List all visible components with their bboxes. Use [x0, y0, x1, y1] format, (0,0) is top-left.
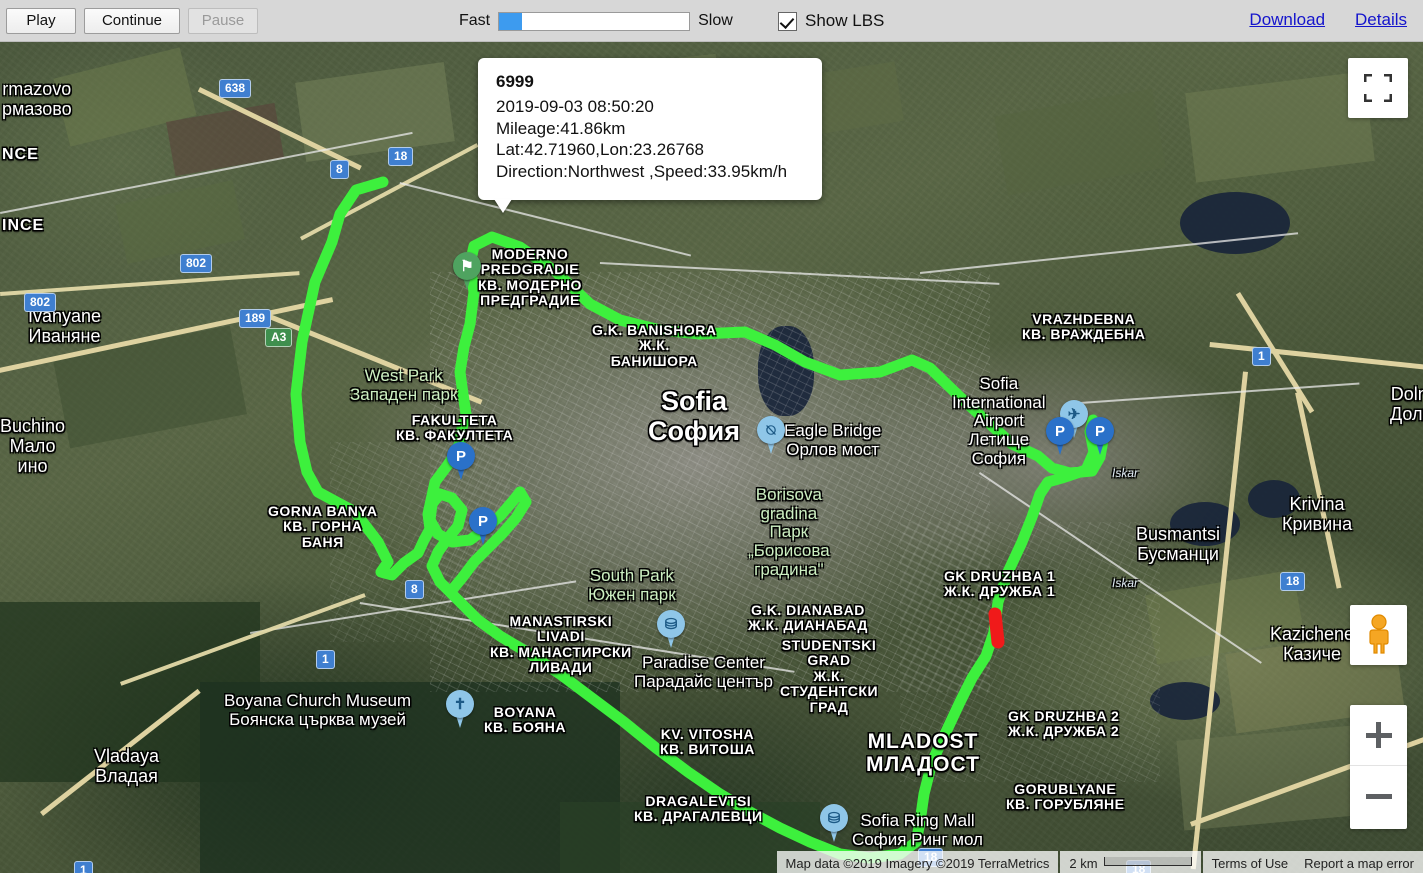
map-pin-glyph: P	[1046, 417, 1074, 445]
info-mileage: Mileage:41.86km	[496, 118, 626, 138]
show-lbs-checkbox[interactable]	[778, 11, 797, 31]
map-scale-bar	[1103, 856, 1192, 866]
speed-slider-handle[interactable]	[499, 12, 523, 30]
track-point-info-window: 6999 2019-09-03 08:50:20 Mileage:41.86km…	[478, 58, 822, 201]
pin-airport-parking-2[interactable]: P	[1086, 417, 1114, 455]
info-timestamp: 2019-09-03 08:50:20	[496, 97, 654, 116]
speed-slider[interactable]	[498, 11, 691, 31]
pin-sofia-ring-mall[interactable]: ⛁	[820, 804, 848, 842]
map-data-attribution: Map data ©2019 Imagery ©2019 TerraMetric…	[776, 851, 1059, 873]
toolbar-links: Download Details	[1219, 10, 1407, 30]
map-pin-glyph: P	[469, 507, 497, 535]
zoom-controls	[1350, 705, 1407, 829]
zoom-in-button[interactable]	[1350, 705, 1407, 766]
road-shield-18: 18	[388, 147, 414, 166]
road-shield-189: 189	[239, 309, 272, 328]
pin-eagle-bridge[interactable]: ⍉	[757, 416, 785, 454]
road-shield-8: 8	[330, 160, 349, 179]
info-device-id: 6999	[496, 72, 534, 91]
road-shield-802: 802	[180, 254, 213, 273]
map-pin-glyph: ✝	[446, 690, 474, 718]
road-shield-638: 638	[219, 79, 252, 98]
attribution-links: Terms of Use Report a map error	[1202, 851, 1423, 873]
zoom-out-icon	[1365, 794, 1392, 799]
satellite-map[interactable]: rmazovo рмазово NCE INCE Ivanyane Иваняне Buch…	[0, 42, 1423, 873]
pin-airport-parking-1[interactable]: P	[1046, 417, 1074, 455]
info-direction-speed: Direction:Northwest ,Speed:33.95km/h	[496, 161, 788, 181]
continue-button[interactable]: Continue	[84, 7, 180, 34]
road-shield-18: 18	[1280, 572, 1306, 591]
show-lbs-group[interactable]: Show LBS	[778, 9, 884, 33]
map-pin-glyph: ⍉	[757, 416, 785, 444]
map-scale: 2 km	[1060, 851, 1201, 873]
details-link[interactable]: Details	[1355, 10, 1407, 30]
pin-parking-fakulteta[interactable]: P	[447, 442, 475, 480]
road-shield-1: 1	[316, 650, 335, 669]
map-pin-glyph: ⛁	[820, 804, 848, 832]
fullscreen-icon	[1364, 74, 1392, 102]
play-button[interactable]: Play	[6, 7, 76, 34]
street-view-pegman-icon	[1368, 614, 1389, 654]
zoom-in-icon-vert	[1376, 722, 1381, 748]
route-polyline	[290, 176, 1109, 864]
pin-boyana-church[interactable]: ✝	[446, 690, 474, 728]
map-pin-glyph: P	[447, 442, 475, 470]
terms-of-use-link[interactable]: Terms of Use	[1212, 856, 1289, 871]
playback-toolbar: Play Continue Pause Fast Slow Show LBS D…	[0, 0, 1423, 42]
pin-paradise-center[interactable]: ⛁	[657, 610, 685, 648]
pin-moderno-predgradie[interactable]: ⚑	[453, 252, 481, 290]
street-view-pegman-button[interactable]	[1350, 605, 1407, 665]
road-shield-8: 8	[405, 580, 424, 599]
map-pin-glyph: ⚑	[453, 252, 481, 280]
route-alert-segment	[988, 607, 1005, 649]
map-pin-glyph: P	[1086, 417, 1114, 445]
speed-slow-label: Slow	[698, 12, 733, 29]
report-map-error-link[interactable]: Report a map error	[1304, 856, 1414, 871]
info-coordinates: Lat:42.71960,Lon:23.26768	[496, 140, 704, 160]
pin-parking-gorna-banya[interactable]: P	[469, 507, 497, 545]
road-shield-1: 1	[1252, 347, 1271, 366]
show-lbs-label: Show LBS	[805, 11, 885, 30]
road-shield-A3: A3	[265, 328, 293, 347]
map-attribution-bar: Map data ©2019 Imagery ©2019 TerraMetric…	[0, 851, 1423, 873]
pause-button: Pause	[188, 7, 258, 34]
zoom-out-button[interactable]	[1350, 766, 1407, 827]
fullscreen-button[interactable]	[1348, 58, 1408, 118]
download-link[interactable]: Download	[1249, 10, 1325, 30]
map-pin-glyph: ⛁	[657, 610, 685, 638]
track-playback-page: Play Continue Pause Fast Slow Show LBS D…	[0, 0, 1423, 873]
road-shield-802: 802	[24, 293, 57, 312]
map-scale-label: 2 km	[1069, 855, 1098, 871]
speed-fast-label: Fast	[459, 12, 491, 29]
speed-control: Fast Slow	[459, 8, 733, 34]
